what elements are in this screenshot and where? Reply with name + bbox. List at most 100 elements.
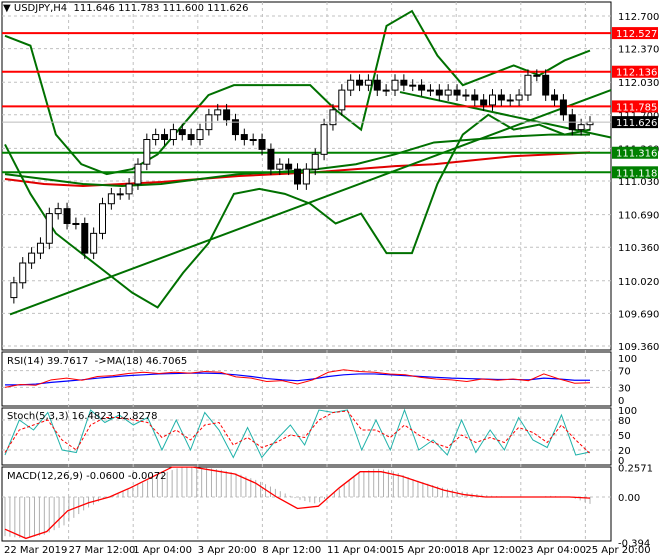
candle-body xyxy=(471,94,479,101)
time-label: 18 Apr 12:00 xyxy=(456,545,521,556)
candle-body xyxy=(187,134,195,141)
candle-body xyxy=(391,79,399,91)
candle-body xyxy=(178,129,186,136)
candle-body xyxy=(320,124,328,155)
price-tick: 110.360 xyxy=(618,243,659,254)
time-label: 27 Mar 12:00 xyxy=(69,545,136,556)
candle-body xyxy=(63,208,71,224)
trading-chart[interactable]: 22 Mar 2019 27 Mar 12:00 1 Apr 04:00 3 Apr … xyxy=(0,0,660,560)
candle-body xyxy=(577,124,585,131)
candle-body xyxy=(134,163,142,185)
candle-body xyxy=(81,222,89,254)
stoch-tick: 80 xyxy=(618,416,631,427)
candle-body xyxy=(28,252,36,264)
candle-body xyxy=(497,94,505,101)
candle-body xyxy=(338,89,346,111)
candle-body xyxy=(10,282,18,299)
candle-body xyxy=(426,89,434,92)
candle-body xyxy=(152,134,160,141)
candle-body xyxy=(444,89,452,96)
rsi-tick: 100 xyxy=(618,354,637,365)
stoch-tick: 50 xyxy=(618,431,631,442)
time-label: 1 Apr 04:00 xyxy=(133,545,192,556)
candle-body xyxy=(107,193,115,205)
rsi-label: RSI(14) 39.7617 ->MA(18) 46.7065 xyxy=(7,356,188,367)
candle-body xyxy=(223,109,231,121)
candle-body xyxy=(551,94,559,101)
price-tick: 112.370 xyxy=(618,45,659,56)
macd-label: MACD(12,26,9) -0.0600 -0.0072 xyxy=(7,471,167,482)
candle-body xyxy=(169,129,177,141)
price-tick: 112.030 xyxy=(618,78,659,89)
rsi-ma-line xyxy=(5,372,590,386)
price-tick: 109.360 xyxy=(618,342,659,353)
candle-body xyxy=(196,129,204,141)
candle-body xyxy=(524,74,532,96)
candle-body xyxy=(347,79,355,91)
candle-body xyxy=(311,153,319,170)
level-label: 111.316 xyxy=(616,149,657,160)
rsi-tick: 30 xyxy=(618,383,631,394)
macd-tick: -0.394 xyxy=(618,538,650,549)
candle-body xyxy=(54,208,62,215)
price-tick: 109.690 xyxy=(618,309,659,320)
candle-body xyxy=(515,94,523,101)
candle-body xyxy=(36,242,44,254)
candle-body xyxy=(45,213,53,244)
time-label: 8 Apr 12:00 xyxy=(262,545,321,556)
candle-body xyxy=(125,183,133,195)
candle-body xyxy=(258,139,266,150)
time-label: 3 Apr 20:00 xyxy=(198,545,257,556)
level-label: 111.118 xyxy=(616,168,657,179)
candle-body xyxy=(294,168,301,185)
candle-body xyxy=(489,94,496,106)
candle-body xyxy=(285,163,293,170)
symbol-title: ▼ USDJPY,H4 111.646 111.783 111.600 111.… xyxy=(3,3,249,14)
candle-body xyxy=(214,109,222,116)
candle-body xyxy=(240,134,248,141)
candle-body xyxy=(143,139,151,165)
candle-body xyxy=(542,74,550,96)
candle-body xyxy=(373,79,381,91)
level-label: 112.136 xyxy=(616,68,657,79)
level-label: 111.785 xyxy=(616,102,657,113)
candle-body xyxy=(364,79,372,86)
rsi-tick: 70 xyxy=(618,367,631,378)
candle-body xyxy=(116,193,124,196)
candle-body xyxy=(418,84,426,91)
collapse-triangle-icon[interactable]: ▼ xyxy=(3,3,14,14)
candle-body xyxy=(409,84,417,87)
current-price-label: 111.626 xyxy=(616,118,657,129)
macd-tick: 0.2571 xyxy=(618,463,653,474)
bollinger-lower xyxy=(4,113,591,309)
candle-body xyxy=(99,203,106,234)
candle-body xyxy=(453,89,461,96)
price-tick: 112.700 xyxy=(618,12,659,23)
time-label: 23 Apr 04:00 xyxy=(521,545,586,556)
time-label: 22 Mar 2019 xyxy=(4,545,67,556)
stoch-label: Stoch(5,3,3) 16.4823 12.8278 xyxy=(7,411,158,422)
candle-body xyxy=(161,134,169,141)
candle-body xyxy=(462,94,470,97)
candle-body xyxy=(480,99,488,106)
candle-body xyxy=(533,74,541,77)
time-label: 15 Apr 20:00 xyxy=(392,545,457,556)
candle-body xyxy=(19,262,27,284)
symbol-label: USDJPY,H4 xyxy=(13,3,68,14)
candle-body xyxy=(559,99,567,116)
macd-tick: 0.00 xyxy=(618,493,640,504)
candle-body xyxy=(506,99,514,102)
candle-body xyxy=(302,168,310,185)
candle-body xyxy=(400,79,408,86)
candle-body xyxy=(356,79,364,86)
candle-body xyxy=(276,163,284,170)
candle-body xyxy=(72,222,80,225)
level-label: 112.527 xyxy=(616,29,657,40)
candle-body xyxy=(249,139,257,142)
candle-body xyxy=(267,148,275,170)
candle-body xyxy=(382,89,390,92)
ohlc-values: 111.646 111.783 111.600 111.626 xyxy=(73,3,249,14)
time-label: 11 Apr 04:00 xyxy=(327,545,392,556)
price-tick: 110.020 xyxy=(618,277,659,288)
price-tick: 110.690 xyxy=(618,211,659,222)
